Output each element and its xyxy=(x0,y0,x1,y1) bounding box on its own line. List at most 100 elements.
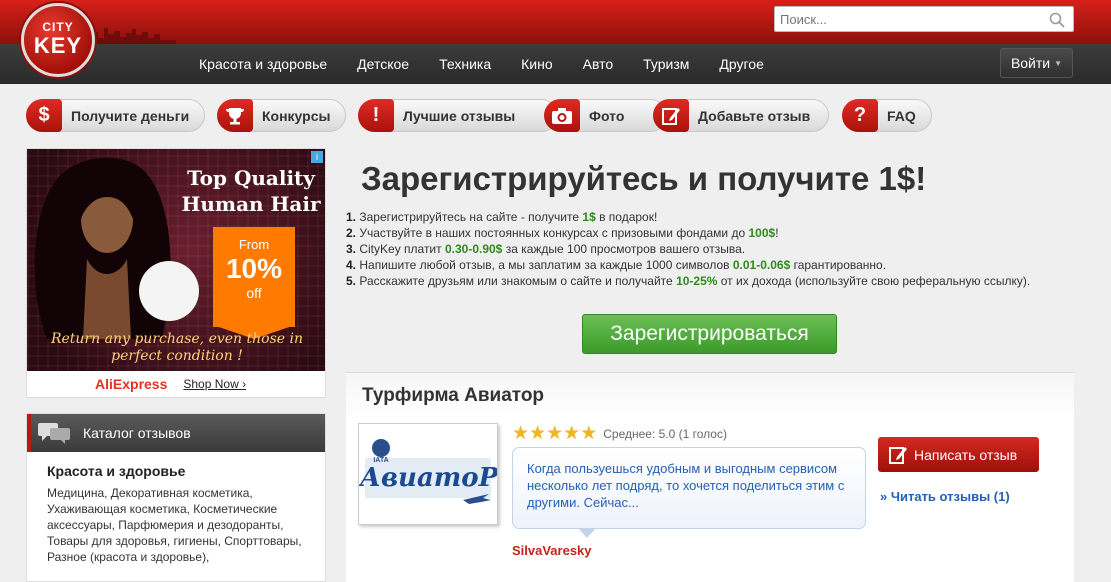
step-text-end: гарантированно. xyxy=(790,258,887,272)
chat-bubbles-icon xyxy=(38,423,70,444)
step-text: Участвуйте в наших постоянных конкурсах … xyxy=(356,226,749,240)
step-number: 4. xyxy=(346,258,357,272)
step-text-end: в подарок! xyxy=(595,210,658,224)
best-reviews-label: Лучшие отзывы xyxy=(403,107,516,124)
rating: ★ ★ ★ ★ ★ Среднее: 5.0 (1 голос) xyxy=(512,424,727,443)
contests-label: Конкурсы xyxy=(262,107,331,124)
step-text: Зарегистрируйтесь на сайте - получите xyxy=(356,210,583,224)
advertisement-banner[interactable]: Top Quality Human Hair From 10% off Retu… xyxy=(26,148,326,398)
company-card: Турфирма Авиатор IATA АвиатоР ★ ★ ★ ★ ★ … xyxy=(346,372,1074,582)
step-text-end: за каждые 100 просмотров вашего отзыва. xyxy=(502,242,746,256)
rating-text: Среднее: 5.0 (1 голос) xyxy=(603,426,727,441)
catalog-header-label: Каталог отзывов xyxy=(83,425,191,441)
step-text-end: от их дохода (используйте свою реферальн… xyxy=(717,274,1031,288)
catalog-subcategories[interactable]: Медицина, Декоративная косметика, Ухажив… xyxy=(47,485,307,565)
step-number: 5. xyxy=(346,274,357,288)
trophy-icon xyxy=(217,99,253,132)
review-catalog: Каталог отзывов Красота и здоровье Медиц… xyxy=(26,413,326,582)
dollar-icon: $ xyxy=(26,99,62,132)
search-icon[interactable] xyxy=(1049,12,1065,28)
aliexpress-logo: AliExpress xyxy=(95,376,168,392)
star-icon[interactable]: ★ xyxy=(563,424,580,443)
nav-auto[interactable]: Авто xyxy=(568,56,629,72)
review-author[interactable]: SilvaVaresky xyxy=(512,543,592,558)
ad-footer: AliExpress Shop Now › xyxy=(27,371,325,397)
get-money-label: Получите деньги xyxy=(71,107,190,124)
write-review-button[interactable]: Написать отзыв xyxy=(878,437,1039,472)
company-logo[interactable]: IATA АвиатоР xyxy=(358,423,500,525)
logo-key-text: KEY xyxy=(33,33,83,58)
catalog-header: Каталог отзывов xyxy=(27,414,325,452)
promo-step: 5. Расскажите друзьям или знакомым о сай… xyxy=(346,273,1056,289)
login-label: Войти xyxy=(1010,55,1051,71)
step-text: Расскажите друзьям или знакомым о сайте … xyxy=(356,274,677,288)
photo-button[interactable]: Фото xyxy=(544,99,667,132)
step-highlight: 0.30-0.90$ xyxy=(444,242,503,256)
step-number: 3. xyxy=(346,242,357,256)
add-review-label: Добавьте отзыв xyxy=(698,107,811,124)
nav-other[interactable]: Другое xyxy=(704,56,778,72)
star-icon[interactable]: ★ xyxy=(529,424,546,443)
write-review-label: Написать отзыв xyxy=(914,446,1018,463)
ad-tagline: Return any purchase, even those in perfe… xyxy=(50,331,304,364)
aviator-logo-image: IATA АвиатоР xyxy=(358,424,500,524)
exclamation-icon: ! xyxy=(358,99,394,132)
hair-bundle-image xyxy=(139,261,199,321)
company-name[interactable]: Турфирма Авиатор xyxy=(346,373,1074,419)
main-nav: Красота и здоровье Детское Техника Кино … xyxy=(184,44,779,84)
aviator-logo-text: АвиатоР xyxy=(359,463,497,493)
step-number: 1. xyxy=(346,210,357,224)
logo-city-text: CITY xyxy=(42,20,74,34)
step-number: 2. xyxy=(346,226,357,240)
pencil-icon xyxy=(889,446,907,464)
step-highlight: 100$ xyxy=(748,226,776,240)
promo-step: 1. Зарегистрируйтесь на сайте - получите… xyxy=(346,209,1056,225)
photo-label: Фото xyxy=(589,107,625,124)
review-excerpt[interactable]: Когда пользуешься удобным и выгодным сер… xyxy=(512,447,866,529)
ad-from: From xyxy=(238,237,270,252)
nav-tech[interactable]: Техника xyxy=(424,56,506,72)
nav-tourism[interactable]: Туризм xyxy=(628,56,704,72)
faq-label: FAQ xyxy=(887,107,916,124)
search-box xyxy=(774,6,1074,32)
camera-icon xyxy=(544,99,580,132)
get-money-button[interactable]: $ Получите деньги xyxy=(26,99,205,132)
add-review-button[interactable]: Добавьте отзыв xyxy=(653,99,829,132)
faq-button[interactable]: ? FAQ xyxy=(842,99,932,132)
ad-off: off xyxy=(246,285,262,301)
promo-steps: 1. Зарегистрируйтесь на сайте - получите… xyxy=(346,209,1056,289)
read-reviews-link[interactable]: » Читать отзывы (1) xyxy=(880,489,1010,504)
search-input[interactable] xyxy=(775,7,1035,31)
contests-button[interactable]: Конкурсы xyxy=(217,99,346,132)
chevron-down-icon: ▼ xyxy=(1054,58,1063,68)
site-logo[interactable]: CITY KEY xyxy=(21,3,95,77)
page-title: Зарегистрируйтесь и получите 1$! xyxy=(361,160,927,197)
nav-kids[interactable]: Детское xyxy=(342,56,424,72)
step-text: CityKey платит xyxy=(356,242,445,256)
ad-percent: 10% xyxy=(225,253,283,284)
star-icon[interactable]: ★ xyxy=(512,424,529,443)
star-icon[interactable]: ★ xyxy=(546,424,563,443)
shop-now-link[interactable]: Shop Now › xyxy=(183,377,246,391)
ad-title: Top Quality Human Hair xyxy=(181,166,321,216)
nav-beauty-health[interactable]: Красота и здоровье xyxy=(184,56,342,72)
step-text-end: ! xyxy=(775,226,779,240)
step-text: Напишите любой отзыв, а мы заплатим за к… xyxy=(356,258,733,272)
promo-step: 2. Участвуйте в наших постоянных конкурс… xyxy=(346,225,1056,241)
pencil-icon xyxy=(653,99,689,132)
login-button[interactable]: Войти ▼ xyxy=(1000,48,1073,78)
step-highlight: 10-25% xyxy=(676,274,718,288)
question-icon: ? xyxy=(842,99,878,132)
site-header: CITY KEY Красота и здоровье Детское Техн… xyxy=(0,0,1111,84)
best-reviews-button[interactable]: ! Лучшие отзывы xyxy=(358,99,558,132)
register-button[interactable]: Зарегистрироваться xyxy=(582,314,837,354)
catalog-section-title[interactable]: Красота и здоровье xyxy=(47,463,325,479)
nav-movies[interactable]: Кино xyxy=(506,56,568,72)
promo-step: 3. CityKey платит 0.30-0.90$ за каждые 1… xyxy=(346,241,1056,257)
review-bubble-tail xyxy=(578,528,596,538)
star-icon[interactable]: ★ xyxy=(580,424,597,443)
ad-info-icon[interactable]: i xyxy=(311,151,323,163)
promo-step: 4. Напишите любой отзыв, а мы заплатим з… xyxy=(346,257,1056,273)
step-highlight: 1$ xyxy=(582,210,596,224)
step-highlight: 0.01-0.06$ xyxy=(732,258,791,272)
